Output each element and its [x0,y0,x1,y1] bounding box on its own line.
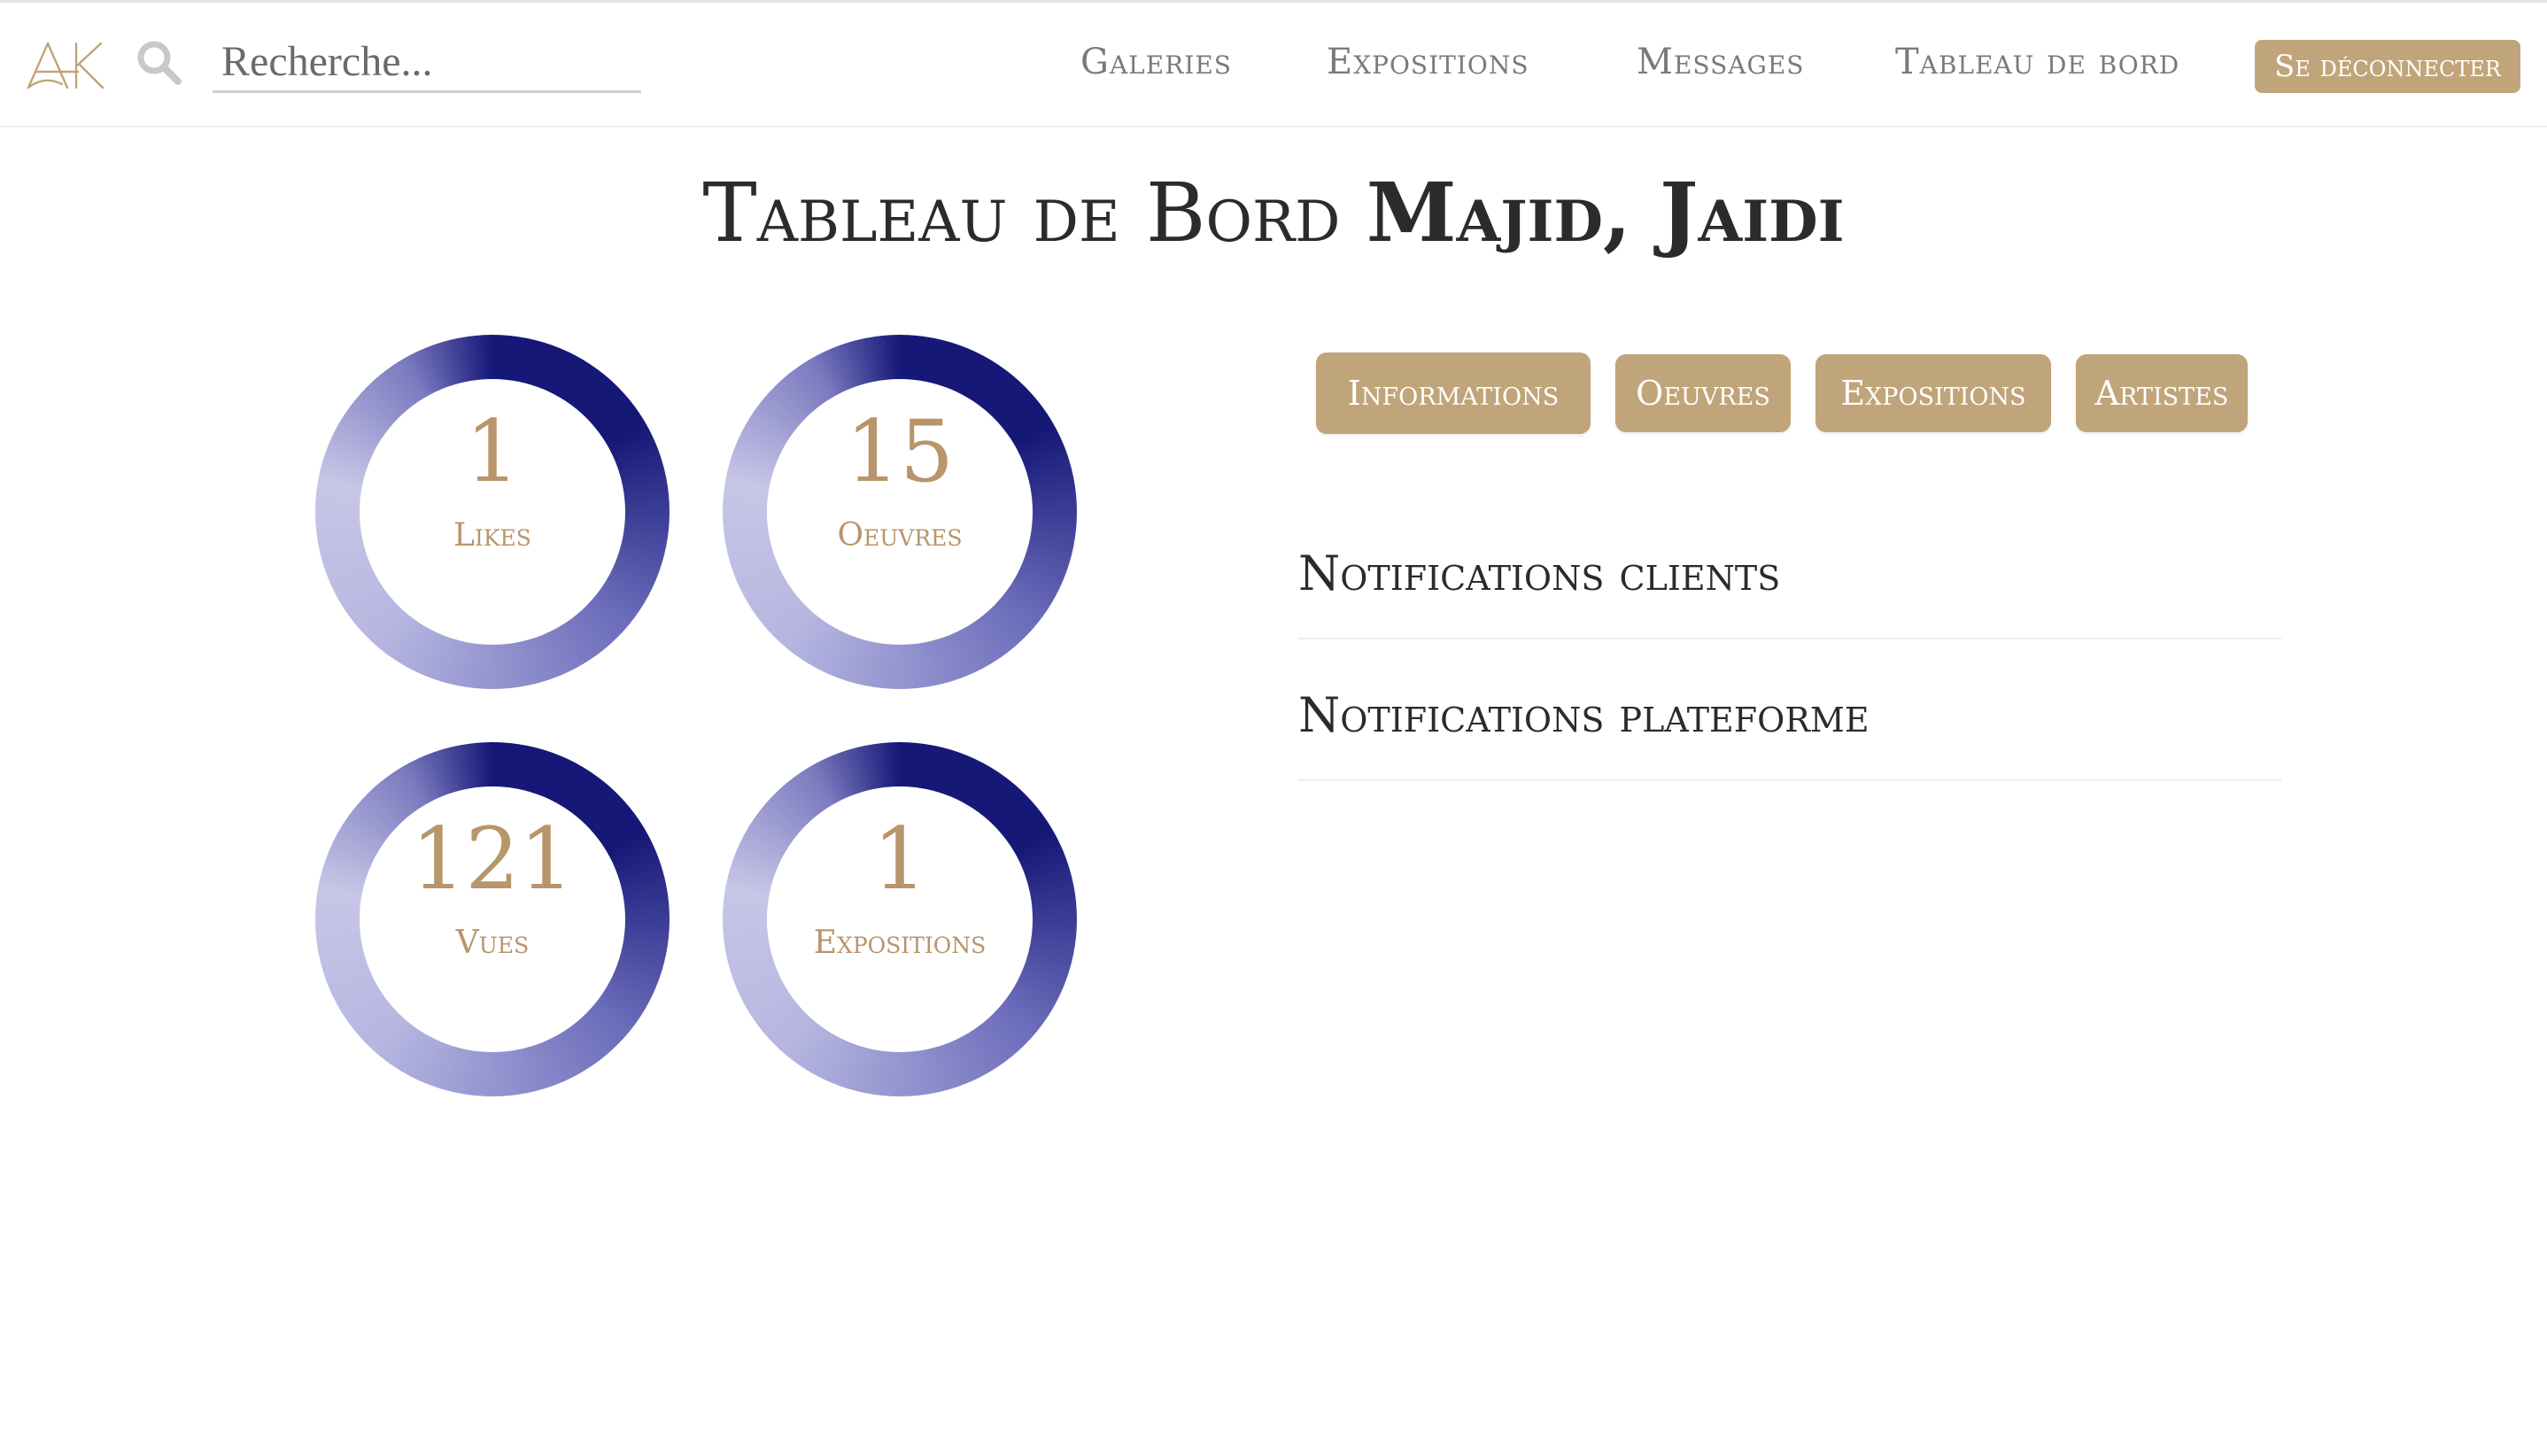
stat-label: Likes [453,517,531,554]
nav-link-tableau-de-bord[interactable]: Tableau de bord [1895,42,2179,82]
nav-link-galeries[interactable]: Galeries [1080,42,1232,82]
stat-oeuvres: 15 Oeuvres [723,335,1077,689]
notifications-clients-title: Notifications clients [1298,546,1781,601]
stat-label: Oeuvres [837,517,963,554]
stat-value: 15 [845,402,955,501]
stat-vues: 121 Vues [315,742,670,1096]
page-title-user-name: Majid, Jaidi [1366,165,1845,260]
tab-artistes[interactable]: Artistes [2076,354,2248,432]
stat-value: 1 [872,809,927,909]
logout-button[interactable]: Se déconnecter [2255,40,2520,93]
tab-expositions[interactable]: Expositions [1815,354,2051,432]
notifications-clients-section[interactable]: Notifications clients [1298,498,2281,639]
page-title-prefix: Tableau de Bord [702,166,1341,260]
stat-label: Expositions [813,925,987,961]
page-title: Tableau de Bord Majid, Jaidi [0,165,2547,260]
notifications-plateforme-title: Notifications plateforme [1298,687,1870,743]
stat-likes: 1 Likes [315,335,670,689]
stat-value: 1 [465,402,520,501]
notifications-plateforme-section[interactable]: Notifications plateforme [1298,639,2281,781]
nav-link-messages[interactable]: Messages [1637,42,1804,82]
tab-informations[interactable]: Informations [1316,352,1591,434]
search-icon[interactable] [135,38,184,88]
nav-link-expositions[interactable]: Expositions [1327,42,1529,82]
search-input[interactable] [213,33,641,93]
top-navbar: Galeries Expositions Messages Tableau de… [0,0,2547,128]
stat-expositions: 1 Expositions [723,742,1077,1096]
ak-logo[interactable] [27,40,106,91]
stat-value: 121 [411,809,574,909]
stat-label: Vues [455,925,530,961]
tab-oeuvres[interactable]: Oeuvres [1615,354,1791,432]
